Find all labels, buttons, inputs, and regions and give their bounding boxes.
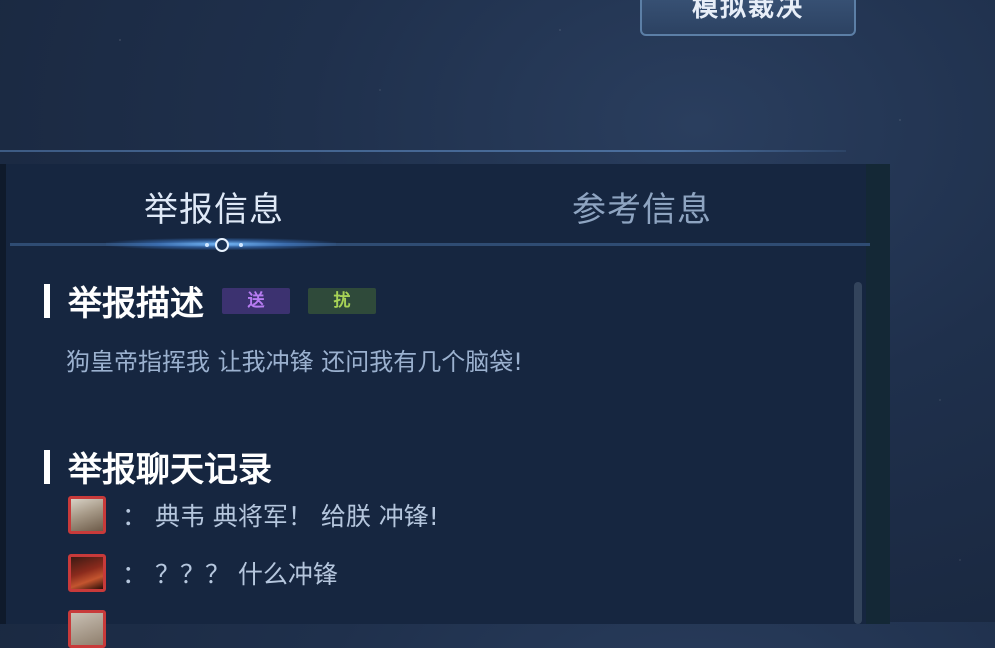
chat-message-text: ： 典韦 典将军！ 给朕 冲锋!	[122, 502, 439, 531]
tab-report-info[interactable]: 举报信息	[144, 182, 284, 231]
chat-message	[68, 610, 122, 648]
hero-avatar-icon	[68, 554, 106, 592]
tag-harassment: 扰	[308, 287, 376, 314]
chat-log-title: 举报聊天记录	[68, 450, 272, 490]
tag-feeding: 送	[222, 287, 290, 314]
tab-reference-info[interactable]: 参考信息	[572, 182, 712, 231]
section-marker	[44, 283, 50, 318]
report-description-text: 狗皇帝指挥我 让我冲锋 还问我有几个脑袋!	[66, 348, 523, 376]
hero-avatar-icon	[68, 610, 106, 648]
chat-message: ： ？？？ 什么冲锋	[68, 554, 338, 592]
tab-bar: 举报信息 参考信息	[6, 164, 872, 252]
report-description-title: 举报描述	[68, 284, 204, 324]
chat-log-heading: 举报聊天记录	[44, 442, 272, 491]
simulate-verdict-button[interactable]: 模拟裁决	[640, 0, 856, 36]
indicator-dot-icon	[205, 243, 209, 247]
chat-message: ： 典韦 典将军！ 给朕 冲锋!	[68, 496, 439, 534]
hero-avatar-icon	[68, 496, 106, 534]
section-marker	[44, 449, 50, 484]
report-description-heading: 举报描述 送 扰	[44, 276, 376, 325]
chat-message-text: ： ？？？ 什么冲锋	[122, 560, 338, 589]
scrollbar[interactable]	[854, 282, 862, 624]
divider-line	[0, 150, 846, 152]
indicator-ring-icon	[215, 238, 229, 252]
indicator-dot-icon	[239, 243, 243, 247]
report-panel: 举报信息 参考信息 举报描述 送 扰 狗皇帝指挥我 让我冲锋 还问我有几个脑袋!…	[0, 164, 870, 648]
